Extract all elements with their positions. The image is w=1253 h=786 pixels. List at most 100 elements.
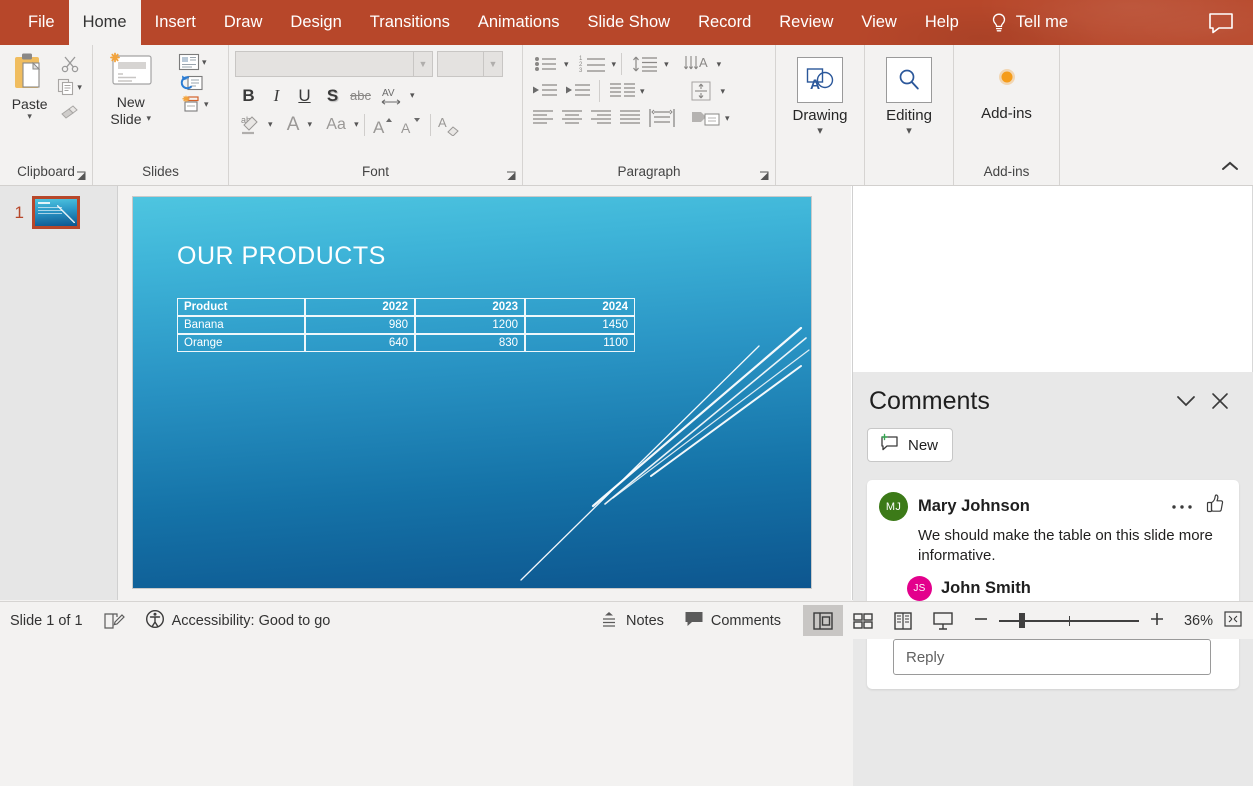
text-shadow-button[interactable]: S bbox=[319, 82, 346, 109]
change-case-chevron-down-icon[interactable]: ▾ bbox=[354, 120, 359, 129]
align-center-button[interactable] bbox=[558, 105, 586, 131]
comment-more-options-icon[interactable] bbox=[1171, 498, 1193, 516]
tab-view[interactable]: View bbox=[847, 0, 910, 45]
view-reading-button[interactable] bbox=[883, 605, 923, 636]
zoom-level-label[interactable]: 36% bbox=[1175, 613, 1213, 629]
comments-button[interactable]: Comments bbox=[674, 605, 791, 636]
align-text-button[interactable] bbox=[682, 78, 720, 104]
addins-button[interactable]: Add-ins bbox=[960, 49, 1053, 122]
increase-indent-button[interactable] bbox=[562, 78, 594, 104]
paste-chevron-down-icon[interactable]: ▾ bbox=[27, 112, 32, 121]
tell-me-search[interactable]: Tell me bbox=[983, 0, 1074, 45]
bullets-button[interactable] bbox=[529, 51, 563, 77]
thumbnail-preview[interactable] bbox=[32, 196, 80, 229]
line-spacing-button[interactable] bbox=[627, 51, 663, 77]
tab-record[interactable]: Record bbox=[684, 0, 765, 45]
slide-editing-pane[interactable]: OUR PRODUCTS Product 2022 2023 2024 Bana… bbox=[118, 186, 851, 600]
align-right-button[interactable] bbox=[587, 105, 615, 131]
drawing-chevron-down-icon[interactable]: ▾ bbox=[817, 126, 823, 137]
paragraph-dialog-launcher-icon[interactable] bbox=[759, 171, 770, 182]
view-slide-sorter-button[interactable] bbox=[843, 605, 883, 636]
editing-button[interactable]: Editing ▾ bbox=[871, 49, 947, 137]
collapse-comments-icon[interactable] bbox=[1169, 386, 1203, 416]
font-size-combo[interactable]: ▼ bbox=[437, 51, 503, 77]
notes-button[interactable]: Notes bbox=[589, 605, 674, 636]
character-spacing-chevron-down-icon[interactable]: ▾ bbox=[410, 91, 415, 100]
clear-formatting-button[interactable]: A bbox=[436, 111, 463, 138]
editing-chevron-down-icon[interactable]: ▾ bbox=[906, 126, 912, 137]
zoom-out-button[interactable] bbox=[973, 611, 989, 631]
text-highlight-button[interactable]: ab bbox=[235, 111, 267, 138]
new-comment-button[interactable]: New bbox=[867, 428, 953, 462]
line-spacing-chevron-down-icon[interactable]: ▾ bbox=[664, 60, 669, 69]
layout-chevron-down-icon[interactable]: ▾ bbox=[202, 58, 207, 67]
section-chevron-down-icon[interactable]: ▾ bbox=[204, 100, 209, 109]
view-slide-show-button[interactable] bbox=[923, 605, 963, 636]
smartart-chevron-down-icon[interactable]: ▾ bbox=[725, 114, 730, 123]
tab-animations[interactable]: Animations bbox=[464, 0, 574, 45]
comment-like-icon[interactable] bbox=[1205, 493, 1225, 520]
tab-insert[interactable]: Insert bbox=[141, 0, 210, 45]
slide-canvas[interactable]: OUR PRODUCTS Product 2022 2023 2024 Bana… bbox=[132, 196, 812, 589]
numbering-button[interactable]: 123 bbox=[575, 51, 611, 77]
bullets-chevron-down-icon[interactable]: ▾ bbox=[564, 60, 569, 69]
slide-thumbnail-pane[interactable]: 1 bbox=[0, 186, 118, 600]
collapse-ribbon-icon[interactable] bbox=[1221, 157, 1239, 179]
new-slide-button[interactable]: New Slide ▾ bbox=[99, 49, 162, 127]
decrease-indent-button[interactable] bbox=[529, 78, 561, 104]
reply-input[interactable] bbox=[893, 639, 1211, 675]
justify-button[interactable] bbox=[616, 105, 644, 131]
columns-chevron-down-icon[interactable]: ▾ bbox=[640, 87, 645, 96]
zoom-slider[interactable] bbox=[999, 614, 1139, 628]
distributed-button[interactable] bbox=[645, 105, 679, 131]
numbering-chevron-down-icon[interactable]: ▾ bbox=[612, 60, 617, 69]
comment-thread[interactable]: MJ Mary Johnson We should make the table… bbox=[867, 480, 1239, 689]
font-name-combo[interactable]: ▼ bbox=[235, 51, 433, 77]
font-name-chevron-down-icon[interactable]: ▼ bbox=[414, 59, 432, 69]
convert-to-smartart-button[interactable] bbox=[688, 105, 724, 131]
change-case-button[interactable]: Aa bbox=[319, 111, 353, 138]
tab-home[interactable]: Home bbox=[69, 0, 141, 45]
italic-button[interactable]: I bbox=[263, 82, 290, 109]
tab-draw[interactable]: Draw bbox=[210, 0, 277, 45]
align-left-button[interactable] bbox=[529, 105, 557, 131]
text-direction-chevron-down-icon[interactable]: ▾ bbox=[717, 60, 722, 69]
tab-review[interactable]: Review bbox=[765, 0, 847, 45]
copy-chevron-down-icon[interactable]: ▾ bbox=[77, 83, 82, 92]
zoom-in-button[interactable] bbox=[1149, 611, 1165, 631]
columns-button[interactable] bbox=[605, 78, 639, 104]
align-text-chevron-down-icon[interactable]: ▾ bbox=[721, 87, 726, 96]
tab-slide-show[interactable]: Slide Show bbox=[574, 0, 685, 45]
underline-button[interactable]: U bbox=[291, 82, 318, 109]
highlight-chevron-down-icon[interactable]: ▾ bbox=[268, 120, 273, 129]
font-dialog-launcher-icon[interactable] bbox=[506, 171, 517, 182]
tab-file[interactable]: File bbox=[14, 0, 69, 45]
font-color-button[interactable]: A bbox=[280, 111, 307, 138]
slide-table[interactable]: Product 2022 2023 2024 Banana 980 1200 1… bbox=[177, 298, 635, 352]
accessibility-status[interactable]: Accessibility: Good to go bbox=[135, 605, 341, 636]
tab-design[interactable]: Design bbox=[276, 0, 355, 45]
tab-transitions[interactable]: Transitions bbox=[356, 0, 464, 45]
increase-font-size-button[interactable]: A bbox=[370, 111, 397, 138]
slide-layout-button[interactable] bbox=[178, 53, 200, 71]
zoom-slider-handle[interactable] bbox=[1019, 613, 1025, 628]
font-color-chevron-down-icon[interactable]: ▾ bbox=[308, 120, 313, 129]
comments-toggle-button[interactable] bbox=[1207, 0, 1235, 45]
tab-help[interactable]: Help bbox=[911, 0, 973, 45]
decrease-font-size-button[interactable]: A bbox=[398, 111, 425, 138]
drawing-button[interactable]: A Drawing ▾ bbox=[782, 49, 858, 137]
slide-count-indicator[interactable]: Slide 1 of 1 bbox=[0, 605, 93, 636]
text-direction-button[interactable]: A bbox=[678, 51, 716, 77]
paste-button[interactable]: Paste ▾ bbox=[6, 51, 53, 121]
copy-button[interactable] bbox=[57, 78, 75, 96]
notes-page-icon-button[interactable] bbox=[93, 605, 135, 636]
section-button[interactable] bbox=[176, 95, 202, 113]
font-size-chevron-down-icon[interactable]: ▼ bbox=[484, 59, 502, 69]
fit-slide-to-window-button[interactable] bbox=[1223, 610, 1243, 632]
strikethrough-button[interactable]: abc bbox=[347, 82, 374, 109]
new-slide-chevron-down-icon[interactable]: ▾ bbox=[147, 114, 152, 123]
format-painter-button[interactable] bbox=[59, 101, 81, 119]
character-spacing-button[interactable]: AV bbox=[375, 82, 409, 109]
close-comments-icon[interactable] bbox=[1203, 386, 1237, 416]
clipboard-dialog-launcher-icon[interactable] bbox=[76, 171, 87, 182]
